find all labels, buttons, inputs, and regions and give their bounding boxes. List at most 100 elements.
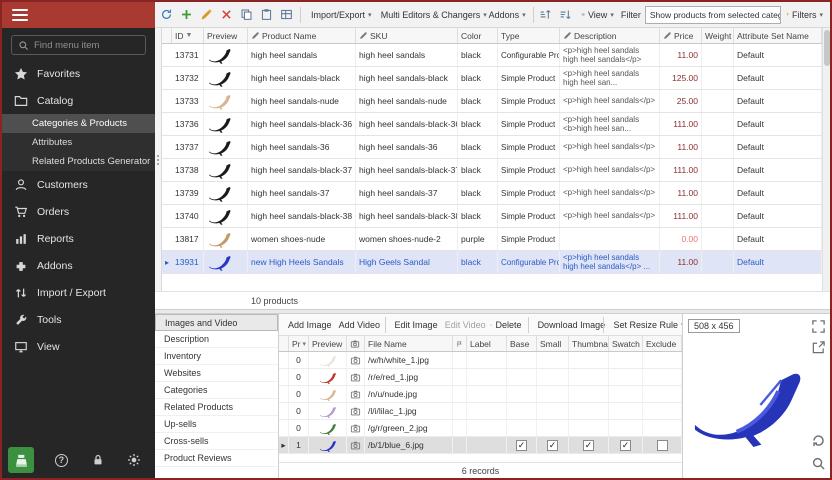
- settings-button[interactable]: [125, 451, 143, 469]
- sidebar-item-related-products-generator[interactable]: Related Products Generator: [2, 152, 155, 171]
- fullscreen-icon[interactable]: [811, 319, 826, 334]
- column-header-price[interactable]: Price: [660, 28, 702, 43]
- tab-cross-sells[interactable]: Cross-sells: [155, 433, 278, 450]
- sidebar-item-catalog[interactable]: Catalog: [2, 87, 155, 114]
- product-row[interactable]: 13732high heel sandals-blackhigh heel sa…: [162, 67, 822, 90]
- cell-price: 111.00: [660, 159, 702, 181]
- tree-splitter[interactable]: [155, 28, 162, 291]
- exclude-checkbox[interactable]: [657, 440, 668, 451]
- import-export-menu[interactable]: Import/Export▾: [304, 5, 373, 25]
- tab-description[interactable]: Description: [155, 331, 278, 348]
- menu-search-input[interactable]: Find menu item: [11, 35, 146, 55]
- thumbnail-checkbox[interactable]: ✓: [583, 440, 594, 451]
- sidebar-item-attributes[interactable]: Attributes: [2, 133, 155, 152]
- product-row[interactable]: 13733high heel sandals-nudehigh heel san…: [162, 90, 822, 113]
- addons-menu[interactable]: Addons▾: [480, 5, 530, 25]
- rotate-icon[interactable]: [811, 433, 826, 448]
- multi-editors-menu[interactable]: Multi Editors & Changers▾: [374, 5, 479, 25]
- image-row[interactable]: 0/r/e/red_1.jpg: [279, 369, 682, 386]
- product-row[interactable]: 13740high heel sandals-black-38high heel…: [162, 205, 822, 228]
- sort-asc-button[interactable]: [537, 5, 556, 25]
- column-header-base[interactable]: Base: [507, 336, 537, 351]
- edit-product-button[interactable]: [198, 5, 217, 25]
- sidebar-item-addons[interactable]: Addons: [2, 252, 155, 279]
- add-image-button[interactable]: Add Image: [283, 316, 332, 334]
- hamburger-menu-icon[interactable]: [12, 9, 28, 21]
- camera-header[interactable]: [347, 336, 365, 351]
- column-header-weight[interactable]: Weight: [702, 28, 734, 43]
- column-header-position[interactable]: Pr▾: [289, 336, 309, 351]
- column-header-attribute_set[interactable]: Attribute Set Name: [734, 28, 822, 43]
- column-header-swatch[interactable]: Swatch: [609, 336, 643, 351]
- sidebar-item-tools[interactable]: Tools: [2, 306, 155, 333]
- image-row[interactable]: 0/w/h/white_1.jpg: [279, 352, 682, 369]
- image-row[interactable]: ▸1/b/1/blue_6.jpg✓✓✓✓: [279, 437, 682, 454]
- copy-button[interactable]: [238, 5, 257, 25]
- sidebar-item-import-export[interactable]: Import / Export: [2, 279, 155, 306]
- download-image-button[interactable]: Download Image: [533, 316, 600, 334]
- pos-button[interactable]: [8, 447, 34, 473]
- tab-websites[interactable]: Websites: [155, 365, 278, 382]
- tab-product-reviews[interactable]: Product Reviews: [155, 450, 278, 467]
- add-video-button[interactable]: Add Video: [334, 316, 381, 334]
- flag-header[interactable]: [453, 336, 467, 351]
- image-row[interactable]: 0/n/u/nude.jpg: [279, 386, 682, 403]
- column-header-label: Description: [574, 31, 617, 41]
- sidebar-item-categories-products[interactable]: Categories & Products: [2, 114, 155, 133]
- delete-product-button[interactable]: [218, 5, 237, 25]
- column-header-thumbnail[interactable]: Thumbna: [569, 336, 609, 351]
- image-row[interactable]: 0/l/i/lilac_1.jpg: [279, 403, 682, 420]
- view-menu[interactable]: View▾: [577, 5, 618, 25]
- open-external-icon[interactable]: [811, 340, 826, 355]
- product-row[interactable]: 13738high heel sandals-black-37high heel…: [162, 159, 822, 182]
- sidebar-item-orders[interactable]: Orders: [2, 198, 155, 225]
- column-header-id[interactable]: ID▼: [172, 28, 204, 43]
- column-header-name[interactable]: Product Name: [248, 28, 356, 43]
- product-row[interactable]: 13731high heel sandalshigh heel sandalsb…: [162, 44, 822, 67]
- expander-header[interactable]: [279, 336, 289, 351]
- paste-button[interactable]: [258, 5, 277, 25]
- column-header-exclude[interactable]: Exclude: [643, 336, 682, 351]
- column-header-description[interactable]: Description: [560, 28, 660, 43]
- swatch-checkbox[interactable]: ✓: [620, 440, 631, 451]
- product-row[interactable]: 13817women shoes-nudewomen shoes-nude-2p…: [162, 228, 822, 251]
- help-button[interactable]: ?: [52, 451, 70, 469]
- delete-image-button[interactable]: Delete: [488, 316, 523, 334]
- lock-button[interactable]: [89, 451, 107, 469]
- column-header-type[interactable]: Type: [498, 28, 560, 43]
- small-checkbox[interactable]: ✓: [547, 440, 558, 451]
- zoom-icon[interactable]: [811, 456, 826, 471]
- column-header-small[interactable]: Small: [537, 336, 569, 351]
- grid-scrollbar[interactable]: [822, 28, 830, 291]
- product-row[interactable]: 13739high heel sandals-37high heel sanda…: [162, 182, 822, 205]
- product-row[interactable]: 13737high heel sandals-36high heel sanda…: [162, 136, 822, 159]
- columns-button[interactable]: [278, 5, 297, 25]
- tab-up-sells[interactable]: Up-sells: [155, 416, 278, 433]
- column-header-color[interactable]: Color: [458, 28, 498, 43]
- sidebar-item-view[interactable]: View: [2, 333, 155, 360]
- column-header-file_name[interactable]: File Name: [365, 336, 453, 351]
- sidebar-item-customers[interactable]: Customers: [2, 171, 155, 198]
- product-row[interactable]: ▸13931new High Heels SandalsHigh Geels S…: [162, 251, 822, 274]
- base-checkbox[interactable]: ✓: [516, 440, 527, 451]
- tab-related-products[interactable]: Related Products: [155, 399, 278, 416]
- sidebar-item-reports[interactable]: Reports: [2, 225, 155, 252]
- tab-categories[interactable]: Categories: [155, 382, 278, 399]
- filters-menu[interactable]: Filters▾: [782, 5, 827, 25]
- image-row[interactable]: 0/g/r/green_2.jpg: [279, 420, 682, 437]
- sort-desc-button[interactable]: [557, 5, 576, 25]
- tab-images-and-video[interactable]: Images and Video: [155, 314, 278, 331]
- category-filter-select[interactable]: Show products from selected categories▾: [645, 6, 781, 24]
- add-product-button[interactable]: [178, 5, 197, 25]
- sidebar-item-favorites[interactable]: Favorites: [2, 60, 155, 87]
- column-header-preview[interactable]: Preview: [309, 336, 347, 351]
- product-row[interactable]: 13736high heel sandals-black-36high heel…: [162, 113, 822, 136]
- tab-inventory[interactable]: Inventory: [155, 348, 278, 365]
- refresh-button[interactable]: [158, 5, 177, 25]
- column-header-label[interactable]: Label: [467, 336, 507, 351]
- set-resize-rule-button[interactable]: Set Resize Rule▾: [608, 316, 678, 334]
- scrollbar-thumb[interactable]: [824, 30, 830, 66]
- column-header-preview[interactable]: Preview: [204, 28, 248, 43]
- edit-image-button[interactable]: Edit Image: [390, 316, 438, 334]
- column-header-sku[interactable]: SKU: [356, 28, 458, 43]
